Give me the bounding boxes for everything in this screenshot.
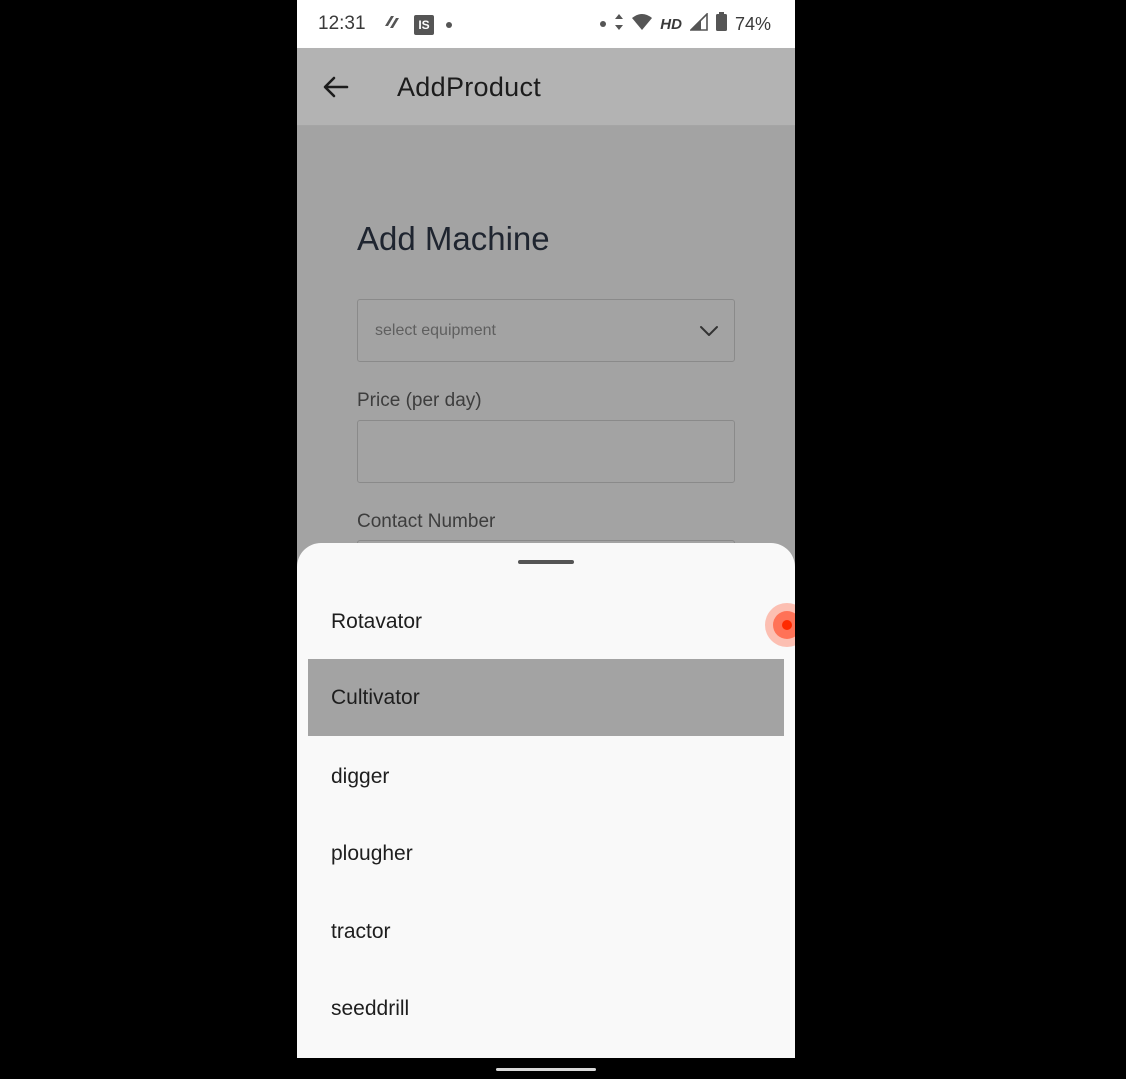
app-notification-icon bbox=[382, 12, 402, 37]
status-system-icons: HD 74% bbox=[600, 11, 771, 36]
option-label: digger bbox=[331, 764, 390, 788]
option-label: Cultivator bbox=[331, 685, 420, 709]
option-plougher[interactable]: plougher bbox=[308, 815, 784, 892]
battery-icon bbox=[715, 12, 727, 36]
app-bar: AddProduct bbox=[297, 48, 795, 126]
notification-dot-icon bbox=[600, 21, 607, 27]
is-badge-icon: IS bbox=[414, 14, 434, 35]
option-label: tractor bbox=[331, 919, 391, 943]
equipment-bottom-sheet: Rotavator Cultivator digger plougher tra… bbox=[297, 543, 795, 1058]
option-label: plougher bbox=[331, 841, 413, 865]
option-rotavator[interactable]: Rotavator bbox=[308, 583, 784, 660]
contact-number-label: Contact Number bbox=[357, 511, 496, 532]
price-input[interactable] bbox=[357, 420, 735, 483]
equipment-select-placeholder: select equipment bbox=[375, 322, 496, 339]
option-digger[interactable]: digger bbox=[308, 738, 784, 815]
chevron-down-icon bbox=[698, 320, 720, 342]
equipment-select[interactable]: select equipment bbox=[357, 299, 735, 362]
touch-indicator-core bbox=[782, 620, 792, 630]
phone-screen: 12:31 IS HD 74% AddProduct Add Machine s… bbox=[297, 0, 795, 1058]
option-seeddrill[interactable]: seeddrill bbox=[308, 970, 784, 1047]
more-notifications-dot-icon bbox=[446, 21, 452, 28]
option-cultivator[interactable]: Cultivator bbox=[308, 659, 784, 736]
option-label: seeddrill bbox=[331, 996, 410, 1020]
option-label: Rotavator bbox=[331, 609, 423, 633]
battery-percent: 74% bbox=[734, 13, 771, 34]
data-arrows-icon bbox=[614, 13, 624, 36]
drag-handle[interactable] bbox=[518, 560, 574, 564]
status-time: 12:31 bbox=[318, 13, 366, 34]
wifi-icon bbox=[632, 13, 653, 36]
gesture-navigation-bar[interactable] bbox=[496, 1068, 596, 1071]
back-arrow-icon[interactable] bbox=[321, 72, 351, 102]
option-tractor[interactable]: tractor bbox=[308, 893, 784, 970]
cell-signal-icon bbox=[689, 11, 708, 36]
status-notification-icons: IS bbox=[382, 12, 452, 37]
price-label: Price (per day) bbox=[357, 390, 482, 411]
status-bar: 12:31 IS HD 74% bbox=[297, 0, 795, 48]
page-title: Add Machine bbox=[357, 220, 550, 257]
app-title: AddProduct bbox=[397, 72, 542, 102]
network-type-label: HD bbox=[660, 15, 682, 33]
